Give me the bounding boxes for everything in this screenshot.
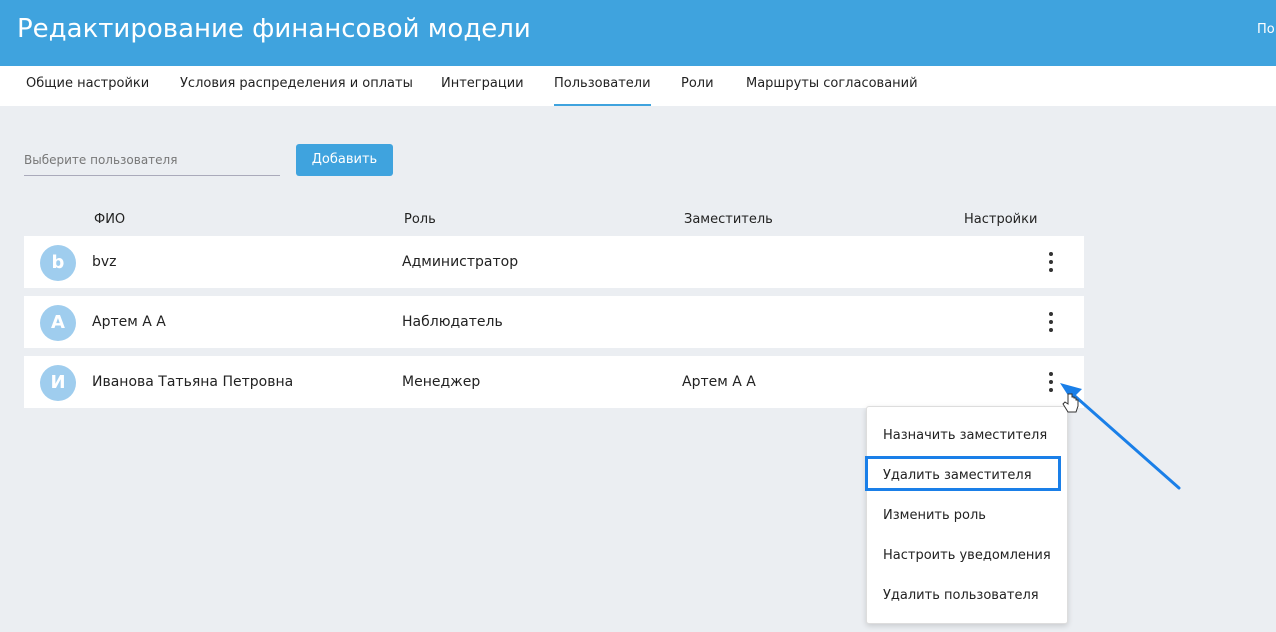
pointer-arrow-icon <box>1060 383 1181 490</box>
